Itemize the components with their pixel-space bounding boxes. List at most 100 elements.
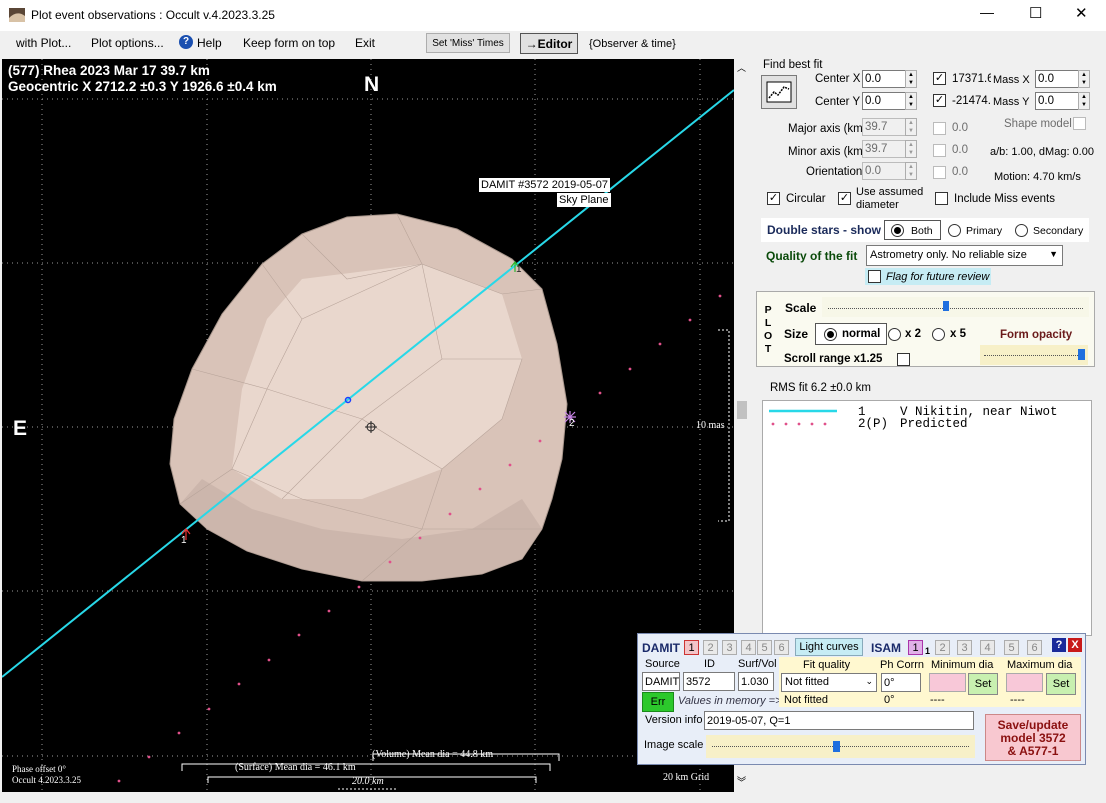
scroll-range-checkbox[interactable] xyxy=(897,353,910,366)
quality-select[interactable]: Astrometry only. No reliable size ▼ xyxy=(866,245,1063,266)
shape-model-checkbox[interactable] xyxy=(1073,117,1086,130)
orientation-spinner[interactable]: ▲ ▼ xyxy=(905,162,917,180)
use-assumed-checkbox[interactable]: ✓ xyxy=(838,192,851,205)
damit-tab-5[interactable]: 5 xyxy=(757,640,772,655)
center-x-label: Center X xyxy=(815,73,861,85)
scroll-thumb[interactable] xyxy=(737,401,747,419)
err-button[interactable]: Err xyxy=(642,692,674,712)
orient-fit-checkbox[interactable] xyxy=(933,166,946,179)
chevron-down-icon: ▼ xyxy=(1049,249,1058,259)
plot-area[interactable]: (577) Rhea 2023 Mar 17 39.7 km Geocentri… xyxy=(2,59,734,792)
orientation-input[interactable]: 0.0 xyxy=(862,162,906,180)
size-x2-radio[interactable] xyxy=(888,328,901,341)
mass-x-spinner[interactable]: ▲ ▼ xyxy=(1078,70,1090,88)
isam-tab-5[interactable]: 5 xyxy=(1004,640,1019,655)
scroll-up-icon[interactable]: ︿ xyxy=(737,61,746,74)
both-label: Both xyxy=(911,225,933,237)
center-y-input[interactable]: 0.0 xyxy=(862,92,906,110)
menu-help[interactable]: Help xyxy=(197,36,222,50)
major-axis-input[interactable]: 39.7 xyxy=(862,118,906,136)
form-opacity-thumb[interactable] xyxy=(1078,349,1085,360)
size-normal-radio[interactable] xyxy=(824,328,837,341)
minor-axis-spinner[interactable]: ▲ ▼ xyxy=(905,140,917,158)
damit-tab-3[interactable]: 3 xyxy=(722,640,737,655)
size-x5-radio[interactable] xyxy=(932,328,945,341)
major-fit-checkbox[interactable] xyxy=(933,122,946,135)
light-curves-button[interactable]: Light curves xyxy=(795,638,863,656)
damit-tab-4[interactable]: 4 xyxy=(741,640,756,655)
app-icon xyxy=(9,8,25,22)
minor-axis-input[interactable]: 39.7 xyxy=(862,140,906,158)
sky-plane-label: Sky Plane xyxy=(557,193,611,207)
isam-tab-4[interactable]: 4 xyxy=(980,640,995,655)
editor-button[interactable]: →Editor xyxy=(520,33,578,54)
image-scale-slider[interactable] xyxy=(706,735,975,758)
motion-label: Motion: 4.70 km/s xyxy=(994,171,1081,183)
id-field[interactable]: 3572 xyxy=(683,672,735,691)
center-y-spinner[interactable]: ▲ ▼ xyxy=(905,92,917,110)
fit-quality-chevron-icon: ⌄ xyxy=(865,676,873,686)
scale-slider-thumb[interactable] xyxy=(942,301,949,311)
flag-review-checkbox[interactable] xyxy=(868,270,881,283)
save-update-model-button[interactable]: Save/update model 3572 & A577-1 xyxy=(985,714,1081,761)
min-dia-field[interactable] xyxy=(929,673,966,692)
isam-tab-6[interactable]: 6 xyxy=(1027,640,1042,655)
fit-quality-select[interactable]: Not fitted ⌄ xyxy=(781,673,877,692)
mass-x-value: 17371.6 xyxy=(952,73,991,85)
maximize-button[interactable]: ☐ xyxy=(1029,4,1042,22)
source-label: Source xyxy=(645,658,680,670)
close-button[interactable]: ✕ xyxy=(1075,4,1088,22)
right-scroll-down-icon[interactable]: ﹀ xyxy=(737,776,746,789)
isam-tab-2[interactable]: 2 xyxy=(935,640,950,655)
ph-corrn-field[interactable]: 0° xyxy=(881,673,921,692)
isam-sub-label: 1 xyxy=(925,646,931,656)
minimize-button[interactable]: — xyxy=(980,4,994,20)
damit-tab-6[interactable]: 6 xyxy=(774,640,789,655)
isam-tab-3[interactable]: 3 xyxy=(957,640,972,655)
rms-label: RMS fit 6.2 ±0.0 km xyxy=(770,382,871,394)
max-dia-label: Maximum dia xyxy=(1007,659,1073,671)
damit-tab-1[interactable]: 1 xyxy=(684,640,699,655)
minor-fit-checkbox[interactable] xyxy=(933,144,946,157)
include-miss-checkbox[interactable] xyxy=(935,192,948,205)
mass-y-input[interactable]: 0.0 xyxy=(1035,92,1079,110)
find-best-fit-button[interactable] xyxy=(761,75,797,109)
primary-radio[interactable] xyxy=(948,224,961,237)
menu-plot-options[interactable]: Plot options... xyxy=(91,36,164,50)
max-dia-set-button[interactable]: Set xyxy=(1046,673,1076,695)
center-x-input[interactable]: 0.0 xyxy=(862,70,906,88)
version-field: 2019-05-07, Q=1 xyxy=(704,711,974,730)
km-scale-label: 20.0 km xyxy=(352,776,384,787)
include-miss-label: Include Miss events xyxy=(954,193,1055,205)
circular-checkbox[interactable]: ✓ xyxy=(767,192,780,205)
source-field[interactable]: DAMIT xyxy=(642,672,680,691)
damit-tab-2[interactable]: 2 xyxy=(703,640,718,655)
major-axis-spinner[interactable]: ▲ ▼ xyxy=(905,118,917,136)
form-opacity-slider[interactable] xyxy=(980,345,1088,365)
menu-with-plot[interactable]: with Plot... xyxy=(16,36,71,50)
mass-x-checkbox[interactable]: ✓ xyxy=(933,72,946,85)
mass-y-checkbox[interactable]: ✓ xyxy=(933,94,946,107)
fit-quality-memory: Not fitted xyxy=(784,694,829,706)
secondary-label: Secondary xyxy=(1033,225,1084,237)
damit-help-button[interactable]: ? xyxy=(1052,638,1066,652)
isam-tab-1[interactable]: 1 xyxy=(908,640,923,655)
mass-x-input[interactable]: 0.0 xyxy=(1035,70,1079,88)
menu-exit[interactable]: Exit xyxy=(355,36,375,50)
both-radio[interactable] xyxy=(891,224,904,237)
scale-label: Scale xyxy=(785,301,817,315)
center-x-spinner[interactable]: ▲ ▼ xyxy=(905,70,917,88)
secondary-radio[interactable] xyxy=(1015,224,1028,237)
min-dia-set-button[interactable]: Set xyxy=(968,673,998,695)
surf-vol-field[interactable]: 1.030 xyxy=(738,672,774,691)
menu-keep-on-top[interactable]: Keep form on top xyxy=(243,36,335,50)
quality-value: Astrometry only. No reliable size xyxy=(870,249,1027,261)
min-dia-label: Minimum dia xyxy=(931,659,994,671)
max-dia-field[interactable] xyxy=(1006,673,1043,692)
scale-slider[interactable] xyxy=(822,297,1089,317)
plot-canvas xyxy=(2,59,734,792)
set-miss-times-button[interactable]: Set 'Miss' Times xyxy=(426,33,510,53)
image-scale-thumb[interactable] xyxy=(832,741,840,752)
mass-y-spinner[interactable]: ▲ ▼ xyxy=(1078,92,1090,110)
damit-close-button[interactable]: X xyxy=(1068,638,1082,652)
